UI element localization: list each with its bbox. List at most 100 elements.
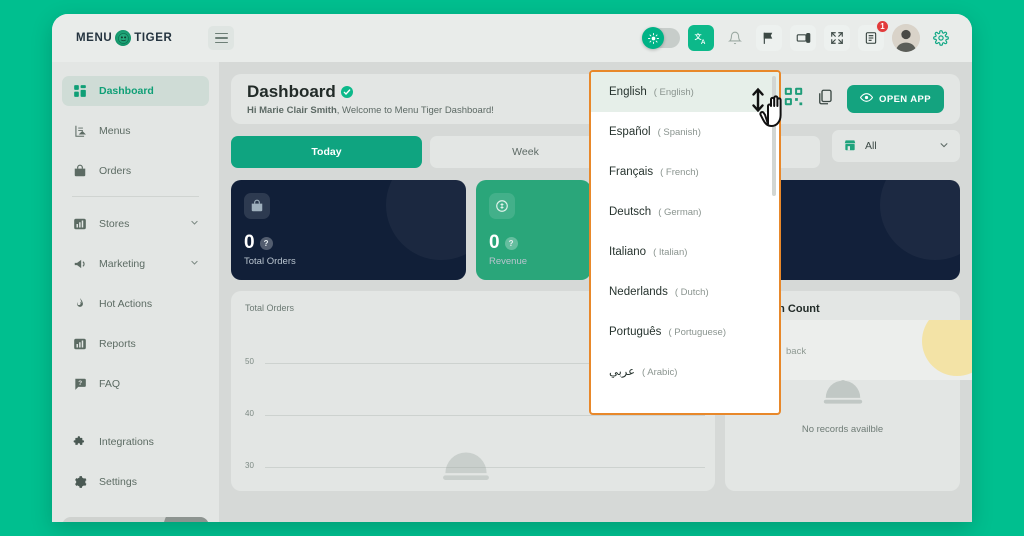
language-english-name: ( Arabic) [642, 367, 678, 378]
brand-right-text: TIGER [134, 32, 173, 44]
svg-text:A: A [700, 39, 705, 46]
language-native-name: English [609, 86, 647, 98]
sidebar-item-menus[interactable]: Menus [62, 116, 209, 146]
notes-badge: 1 [876, 20, 889, 33]
bell-icon[interactable] [722, 25, 748, 51]
language-native-name: Español [609, 126, 651, 138]
integrations-icon [72, 435, 87, 450]
eye-icon [859, 91, 874, 107]
verified-check-icon [340, 86, 353, 98]
top-bar: MENU TIGER 文A 1 [52, 14, 972, 62]
menus-icon [72, 124, 87, 139]
reports-icon [72, 337, 87, 352]
language-option-french[interactable]: Français ( French) [591, 152, 779, 192]
greeting-name: Hi Marie Clair Smith [247, 105, 337, 116]
onboarding-video-card[interactable]: Onboarding Video [62, 517, 209, 522]
sidebar-item-integrations[interactable]: Integrations [62, 427, 209, 457]
info-icon[interactable]: ? [259, 236, 273, 250]
language-option-dutch[interactable]: Nederlands ( Dutch) [591, 272, 779, 312]
sidebar-item-orders[interactable]: Orders [62, 156, 209, 186]
language-option-italian[interactable]: Italiano ( Italian) [591, 232, 779, 272]
settings-icon [72, 475, 87, 490]
svg-text:?: ? [78, 380, 82, 387]
language-option-portuguese[interactable]: Português ( Portuguese) [591, 312, 779, 352]
theme-toggle[interactable] [642, 27, 680, 49]
qr-empty-text: No records availble [801, 423, 884, 435]
store-icon [843, 138, 857, 155]
language-english-name: ( German) [658, 207, 702, 218]
chevron-down-icon [190, 218, 199, 230]
store-filter-select[interactable]: All [832, 130, 960, 162]
tiger-logo-icon [115, 30, 132, 46]
sidebar-item-reports[interactable]: Reports [62, 329, 209, 359]
stat-card-revenue: 0 ? Revenue [476, 180, 591, 280]
sidebar-item-label: Reports [99, 338, 136, 350]
sidebar-item-settings[interactable]: Settings [62, 467, 209, 497]
feedback-card-partial-label: back [786, 346, 807, 357]
copy-icon[interactable] [816, 88, 834, 111]
language-native-name: Italiano [609, 246, 647, 258]
language-native-name: عربي [609, 366, 635, 378]
language-english-name: ( Dutch) [674, 287, 709, 298]
hamburger-icon[interactable] [208, 26, 235, 50]
notes-icon[interactable]: 1 [858, 20, 889, 51]
faq-icon: ? [72, 377, 87, 392]
sidebar-item-marketing[interactable]: Marketing [62, 249, 209, 279]
sidebar-item-label: Orders [99, 165, 132, 177]
info-icon[interactable]: ? [504, 236, 518, 250]
brand-logo[interactable]: MENU TIGER [76, 30, 172, 46]
page-title-text: Dashboard [247, 82, 336, 101]
no-records-icon [431, 441, 501, 491]
stat-label: Total Orders [244, 256, 296, 267]
chevron-down-icon [190, 258, 199, 270]
chart-ytick: 40 [245, 409, 254, 418]
sidebar-item-dashboard[interactable]: Dashboard [62, 76, 209, 106]
hand-resize-cursor [750, 84, 796, 139]
sidebar-item-label: FAQ [99, 378, 121, 390]
feedback-card: back [772, 320, 972, 380]
language-english-name: ( Italian) [653, 247, 688, 258]
language-english-name: ( French) [660, 167, 699, 178]
sidebar-item-label: Integrations [99, 436, 154, 448]
orders-icon [72, 164, 87, 179]
language-option-arabic[interactable]: عربي ( Arabic) [591, 352, 779, 392]
sidebar-item-label: Stores [99, 218, 130, 230]
chevron-down-icon [939, 140, 949, 153]
header-actions: OPEN APP [784, 85, 944, 113]
sun-icon [642, 27, 664, 49]
stat-value: 0 ? [489, 232, 578, 254]
fullscreen-icon[interactable] [824, 25, 850, 51]
language-english-name: ( English) [653, 87, 694, 98]
language-native-name: Nederlands [609, 286, 668, 298]
sidebar-item-faq[interactable]: ? FAQ [62, 369, 209, 399]
store-filter-value: All [865, 140, 877, 152]
money-icon [489, 193, 515, 219]
tab-today[interactable]: Today [231, 136, 422, 168]
device-icon[interactable] [790, 25, 816, 51]
chart-ytick: 30 [245, 461, 254, 470]
sidebar-item-stores[interactable]: Stores [62, 209, 209, 239]
open-app-button[interactable]: OPEN APP [847, 85, 944, 113]
language-native-name: Deutsch [609, 206, 652, 218]
language-english-name: ( Spanish) [657, 127, 701, 138]
sidebar-item-label: Hot Actions [99, 298, 153, 310]
language-option-german[interactable]: Deutsch ( German) [591, 192, 779, 232]
marketing-icon [72, 257, 87, 272]
stat-number: 0 [244, 232, 255, 253]
translate-icon[interactable]: 文A [688, 25, 714, 51]
hot-actions-icon [72, 297, 87, 312]
chart-ytick: 50 [245, 357, 254, 366]
brand-left-text: MENU [76, 32, 113, 44]
open-app-label: OPEN APP [879, 93, 931, 105]
greeting-text: Hi Marie Clair Smith, Welcome to Menu Ti… [247, 105, 494, 116]
avatar[interactable] [892, 24, 920, 52]
top-bar-actions: 文A 1 [642, 20, 954, 52]
gear-icon[interactable] [928, 25, 954, 51]
stat-number: 0 [489, 232, 500, 253]
stat-card-total-orders: 0 ? Total Orders [231, 180, 466, 280]
sidebar-item-hot-actions[interactable]: Hot Actions [62, 289, 209, 319]
sidebar-item-label: Menus [99, 125, 131, 137]
stores-icon [72, 217, 87, 232]
flag-icon[interactable] [756, 25, 782, 51]
greeting-rest: , Welcome to Menu Tiger Dashboard! [336, 105, 494, 116]
